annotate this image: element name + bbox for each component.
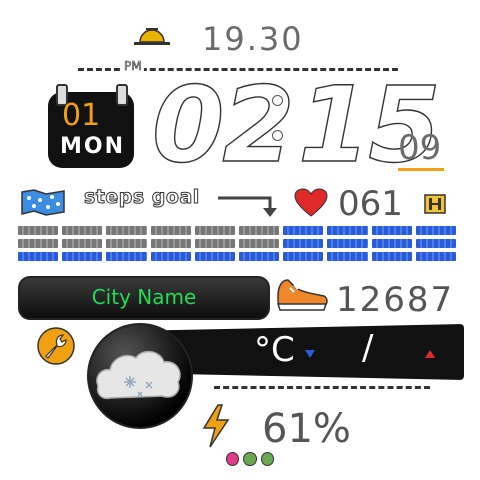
sunset-icon	[132, 24, 172, 50]
progress-segment-gray	[150, 226, 191, 235]
progress-segment-gray	[62, 239, 103, 248]
ampm-label: PM	[122, 59, 144, 73]
progress-row	[18, 226, 457, 235]
progress-segment-blue	[327, 226, 368, 235]
progress-segment-blue	[371, 252, 412, 261]
steps-goal-label: steps goal	[84, 186, 200, 209]
weather-icon[interactable]	[84, 320, 196, 432]
calendar-widget[interactable]: 01 MON	[48, 84, 134, 168]
weather-unit: °C	[254, 330, 295, 370]
sneaker-icon[interactable]	[274, 274, 330, 314]
progress-segment-gray	[239, 226, 280, 235]
progress-segment-gray	[106, 226, 147, 235]
temp-low-arrow-icon	[304, 344, 316, 358]
indicator-dot	[260, 452, 274, 466]
temp-high-arrow-icon	[424, 344, 436, 358]
progress-segment-blue	[239, 252, 280, 261]
calendar-weekday: MON	[60, 134, 126, 159]
progress-segment-gray	[18, 239, 59, 248]
progress-segment-blue	[415, 252, 457, 261]
sunset-time: 19.30	[202, 20, 304, 58]
progress-segment-blue	[415, 226, 457, 235]
progress-segment-gray	[62, 226, 103, 235]
calendar-ring-icon	[116, 84, 128, 106]
city-name: City Name	[91, 285, 197, 309]
progress-segment-blue	[371, 239, 412, 248]
map-icon[interactable]	[20, 188, 66, 216]
heart-rate-value: 061	[338, 184, 403, 224]
heart-icon[interactable]	[294, 188, 328, 218]
progress-segment-blue	[415, 239, 457, 248]
calendar-day-number: 01	[62, 98, 101, 133]
indicator-dot	[226, 452, 240, 466]
progress-segment-gray	[106, 239, 147, 248]
wrench-icon[interactable]	[36, 326, 76, 366]
clock-seconds: 09	[398, 128, 442, 168]
steps-count: 12687	[336, 280, 455, 320]
lightning-icon	[200, 404, 232, 448]
progress-segment-blue	[283, 226, 324, 235]
progress-segment-blue	[150, 252, 191, 261]
progress-segment-gray	[194, 226, 236, 235]
progress-segment-blue	[283, 252, 324, 261]
battery-percent: 61%	[262, 406, 351, 452]
seconds-underline	[398, 168, 444, 171]
clock-separator	[272, 95, 284, 155]
hr-monitor-icon[interactable]	[424, 194, 446, 214]
progress-segment-gray	[150, 239, 191, 248]
city-panel[interactable]: City Name	[18, 276, 270, 320]
page-indicator	[226, 452, 274, 466]
temp-separator: /	[362, 328, 374, 368]
progress-row	[18, 239, 457, 248]
progress-segment-blue	[194, 252, 236, 261]
progress-segment-blue	[18, 252, 59, 261]
goal-arrow-icon	[216, 194, 284, 220]
progress-segment-gray	[239, 239, 280, 248]
progress-segment-blue	[327, 252, 368, 261]
progress-segment-blue	[371, 226, 412, 235]
progress-segment-blue	[283, 239, 324, 248]
progress-row	[18, 252, 457, 261]
progress-segment-blue	[62, 252, 103, 261]
bottom-divider	[214, 386, 430, 389]
progress-segment-gray	[194, 239, 236, 248]
progress-segment-gray	[18, 226, 59, 235]
progress-segment-blue	[327, 239, 368, 248]
indicator-dot	[243, 452, 257, 466]
progress-segment-blue	[106, 252, 147, 261]
